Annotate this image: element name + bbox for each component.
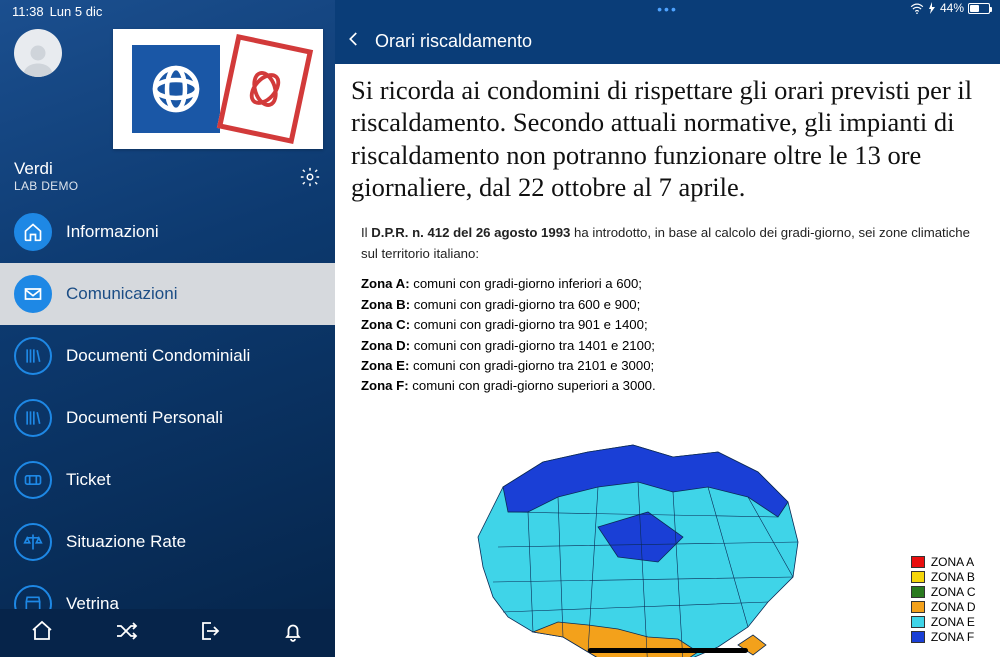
sidebar-item-comunicazioni[interactable]: Comunicazioni xyxy=(0,263,335,325)
scales-icon xyxy=(14,523,52,561)
main-panel: ••• 44% Orari riscaldamento Si ricorda a… xyxy=(335,0,1000,657)
ticket-icon xyxy=(14,461,52,499)
legend-label: ZONA C xyxy=(931,585,976,600)
sidebar-item-label: Situazione Rate xyxy=(66,532,186,552)
swatch-e xyxy=(911,616,925,628)
page-title: Orari riscaldamento xyxy=(375,31,532,52)
sidebar-item-label: Documenti Condominiali xyxy=(66,346,250,366)
home-indicator[interactable] xyxy=(588,648,748,653)
avatar[interactable] xyxy=(14,29,62,77)
swatch-a xyxy=(911,556,925,568)
user-org: LAB DEMO xyxy=(14,179,78,193)
zone-desc: comuni con gradi-giorno tra 2101 e 3000; xyxy=(409,358,654,373)
zone-name: Zona E: xyxy=(361,358,409,373)
zone-name: Zona B: xyxy=(361,297,410,312)
zone-desc: comuni con gradi-giorno tra 1401 e 2100; xyxy=(410,338,655,353)
zone-desc: comuni con gradi-giorno tra 901 e 1400; xyxy=(410,317,648,332)
battery-icon xyxy=(968,3,990,14)
sidebar-item-doc-personali[interactable]: Documenti Personali xyxy=(0,387,335,449)
sidebar-item-vetrina[interactable]: Vetrina xyxy=(0,573,335,609)
legend-label: ZONA D xyxy=(931,600,976,615)
sidebar-item-situazione-rate[interactable]: Situazione Rate xyxy=(0,511,335,573)
page-header: Orari riscaldamento xyxy=(335,18,1000,64)
shop-icon xyxy=(14,585,52,609)
app-logo-card xyxy=(113,29,323,149)
zone-name: Zona D: xyxy=(361,338,410,353)
legend-label: ZONA B xyxy=(931,570,975,585)
envelope-icon xyxy=(14,275,52,313)
wifi-icon xyxy=(910,3,924,14)
rule-text: Il D.P.R. n. 412 del 26 agosto 1993 ha i… xyxy=(335,223,1000,264)
legend-label: ZONA E xyxy=(931,615,975,630)
zone-name: Zona A: xyxy=(361,276,410,291)
sidebar: 11:38 Lun 5 dic Verdi LAB DEMO xyxy=(0,0,335,657)
logo-knot-icon xyxy=(217,34,313,144)
rule-law: D.P.R. n. 412 del 26 agosto 1993 xyxy=(371,225,570,240)
swatch-b xyxy=(911,571,925,583)
zones-list: Zona A: comuni con gradi-giorno inferior… xyxy=(335,264,1000,397)
status-bar-right: ••• 44% xyxy=(335,0,1000,18)
map-legend: ZONA A ZONA B ZONA C ZONA D ZONA E ZONA … xyxy=(911,555,976,645)
gear-icon[interactable] xyxy=(299,166,321,193)
rule-pre: Il xyxy=(361,225,371,240)
legend-label: ZONA F xyxy=(931,630,974,645)
sidebar-item-label: Vetrina xyxy=(66,594,119,609)
back-icon[interactable] xyxy=(345,30,363,53)
zone-desc: comuni con gradi-giorno inferiori a 600; xyxy=(410,276,642,291)
sidebar-item-doc-condominiali[interactable]: Documenti Condominiali xyxy=(0,325,335,387)
sidebar-item-ticket[interactable]: Ticket xyxy=(0,449,335,511)
zone-desc: comuni con gradi-giorno tra 600 e 900; xyxy=(410,297,640,312)
nav-shuffle-icon[interactable] xyxy=(114,619,138,648)
legend-label: ZONA A xyxy=(931,555,974,570)
intro-text: Si ricorda ai condomini di rispettare gl… xyxy=(335,64,1000,223)
sidebar-item-informazioni[interactable]: Informazioni xyxy=(0,201,335,263)
user-block: Verdi LAB DEMO xyxy=(0,155,335,201)
nav-bell-icon[interactable] xyxy=(281,619,305,648)
nav-logout-icon[interactable] xyxy=(197,619,221,648)
swatch-f xyxy=(911,631,925,643)
swatch-d xyxy=(911,601,925,613)
status-time: 11:38 xyxy=(12,4,44,19)
charge-icon xyxy=(928,2,936,14)
sidebar-item-label: Documenti Personali xyxy=(66,408,223,428)
sidebar-menu: Informazioni Comunicazioni Documenti Con… xyxy=(0,201,335,609)
battery-pct: 44% xyxy=(940,1,964,15)
climate-map: ZONA A ZONA B ZONA C ZONA D ZONA E ZONA … xyxy=(388,417,948,657)
sidebar-item-label: Informazioni xyxy=(66,222,159,242)
home-icon xyxy=(14,213,52,251)
multitask-dots-icon[interactable]: ••• xyxy=(657,1,678,17)
profile-row xyxy=(0,19,335,155)
nav-home-icon[interactable] xyxy=(30,619,54,648)
page-content[interactable]: Si ricorda ai condomini di rispettare gl… xyxy=(335,64,1000,657)
user-name: Verdi xyxy=(14,159,78,179)
books-icon xyxy=(14,399,52,437)
sidebar-item-label: Ticket xyxy=(66,470,111,490)
sidebar-item-label: Comunicazioni xyxy=(66,284,178,304)
logo-globe-icon xyxy=(132,45,220,133)
zone-desc: comuni con gradi-giorno superiori a 3000… xyxy=(409,378,656,393)
books-icon xyxy=(14,337,52,375)
swatch-c xyxy=(911,586,925,598)
bottom-nav xyxy=(0,609,335,657)
status-bar-left: 11:38 Lun 5 dic xyxy=(0,0,335,19)
zone-name: Zona C: xyxy=(361,317,410,332)
zone-name: Zona F: xyxy=(361,378,409,393)
status-date: Lun 5 dic xyxy=(50,4,103,19)
